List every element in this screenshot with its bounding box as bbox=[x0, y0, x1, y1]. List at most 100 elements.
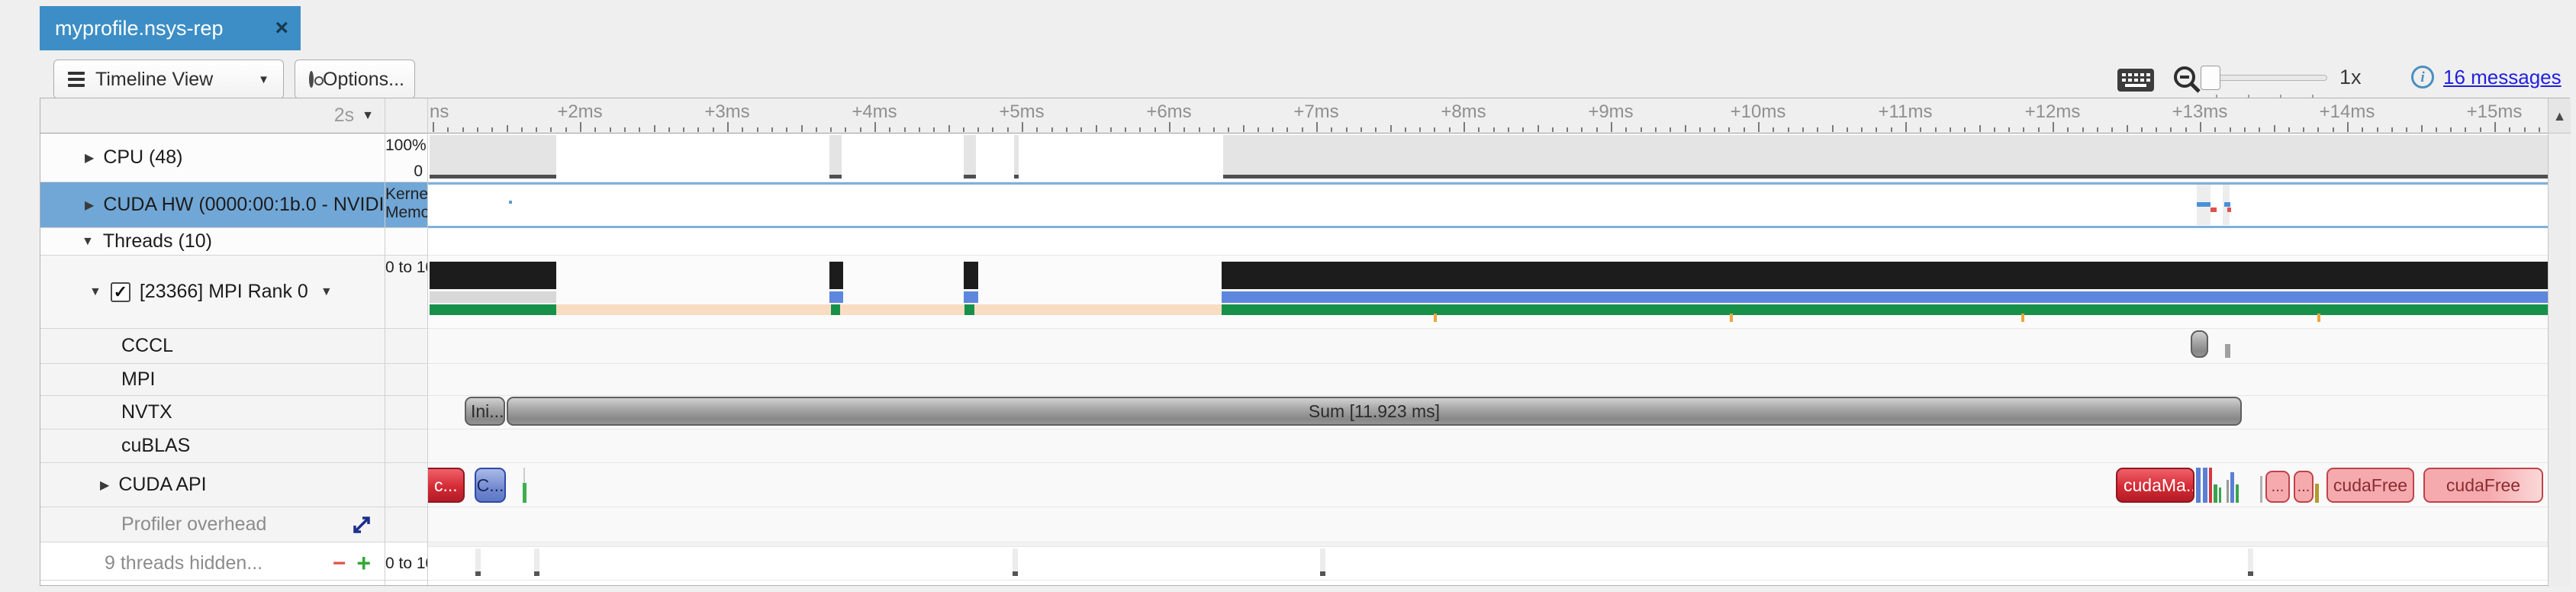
tab-close-icon[interactable]: × bbox=[275, 17, 288, 40]
ruler-tick bbox=[1728, 127, 1730, 132]
ruler-tick bbox=[2480, 127, 2481, 132]
cuda-api-tick-event[interactable] bbox=[2260, 476, 2262, 503]
hidden-threads-timeline-row[interactable] bbox=[428, 547, 2548, 581]
cuda-api-tick-event[interactable] bbox=[2203, 468, 2207, 503]
sidebar-row-mpi-rank-0[interactable]: ▼ ✓ [23366] MPI Rank 0 ▼ bbox=[40, 256, 385, 329]
thread-marker-orange[interactable] bbox=[1434, 314, 1437, 322]
sidebar-row-nvtx[interactable]: NVTX bbox=[40, 396, 385, 430]
ruler-tick bbox=[1419, 127, 1421, 132]
sidebar-row-cpu[interactable]: ▶ CPU (48) bbox=[40, 134, 385, 182]
ruler-tick bbox=[1316, 122, 1318, 132]
cuda-memory-event[interactable] bbox=[2227, 208, 2231, 212]
cuda-api-call[interactable]: c... bbox=[428, 468, 465, 503]
ruler-tick bbox=[1905, 122, 1907, 132]
chevron-down-icon[interactable]: ▼ bbox=[320, 285, 333, 299]
profiler-timeline-row[interactable] bbox=[428, 507, 2548, 542]
threads-timeline-row[interactable] bbox=[428, 228, 2548, 256]
sidebar-row-cuda-hw[interactable]: ▶ CUDA HW (0000:00:1b.0 - NVIDIA A bbox=[40, 182, 385, 228]
keyboard-shortcuts-icon[interactable] bbox=[2117, 67, 2155, 93]
ruler-tick bbox=[2274, 125, 2275, 132]
ruler-tick bbox=[1508, 127, 1509, 132]
cuda-api-tick-event[interactable] bbox=[2209, 468, 2212, 503]
hidden-thread-activity-band bbox=[1013, 549, 1018, 574]
ruler-tick bbox=[521, 127, 523, 132]
remove-thread-button[interactable]: − bbox=[333, 551, 346, 577]
mpi-timeline-row[interactable] bbox=[428, 364, 2548, 396]
cuda-api-tick-event[interactable] bbox=[2214, 484, 2217, 503]
ruler-tick bbox=[1655, 127, 1657, 132]
expand-right-icon[interactable]: ▶ bbox=[85, 150, 94, 166]
hamburger-icon bbox=[68, 69, 85, 90]
cuda-memory-event[interactable] bbox=[2211, 208, 2217, 212]
ruler-tick bbox=[1861, 127, 1863, 132]
thread-cpu-usage-block bbox=[964, 262, 978, 289]
thread-visibility-checkbox[interactable]: ✓ bbox=[111, 282, 130, 302]
cublas-timeline-row[interactable] bbox=[428, 430, 2548, 463]
ruler-tick bbox=[1625, 127, 1627, 132]
thread-marker-orange[interactable] bbox=[2317, 314, 2320, 322]
expand-right-icon[interactable]: ▶ bbox=[85, 198, 94, 213]
zoom-out-icon[interactable] bbox=[2172, 64, 2204, 96]
cuda-api-tick-event[interactable] bbox=[2227, 480, 2229, 503]
sidebar-row-mpi[interactable]: MPI bbox=[40, 364, 385, 396]
cuda-api-tick-event[interactable] bbox=[2230, 472, 2234, 503]
timeline-canvas[interactable]: ns+2ms+3ms+4ms+5ms+6ms+7ms+8ms+9ms+10ms+… bbox=[428, 98, 2548, 587]
scale-column: 100% 0 Kernel Memory 0 to 100% 0 to 100% bbox=[385, 98, 428, 587]
ruler-tick bbox=[1744, 127, 1745, 132]
thread-marker-orange[interactable] bbox=[2021, 314, 2024, 322]
cuda-kernel-event[interactable] bbox=[2197, 202, 2211, 207]
ruler-tick bbox=[1935, 127, 1937, 132]
add-thread-button[interactable]: + bbox=[356, 549, 371, 578]
cuda-api-tick-event[interactable] bbox=[2196, 468, 2201, 503]
nvtx-range-sum[interactable]: Sum [11.923 ms] bbox=[507, 397, 2242, 426]
row-label: CUDA API bbox=[118, 474, 206, 496]
collapse-down-icon[interactable]: ▼ bbox=[89, 285, 101, 299]
view-selector-dropdown[interactable]: Timeline View ▼ bbox=[53, 60, 284, 99]
nvtx-range-init[interactable]: Ini... bbox=[465, 397, 505, 426]
cuda-api-tick-event[interactable] bbox=[523, 483, 526, 503]
ruler-tick bbox=[1596, 127, 1598, 132]
messages-link[interactable]: 16 messages bbox=[2443, 66, 2562, 89]
ruler-range-header[interactable]: 2s ▼ bbox=[40, 98, 385, 134]
cuda-api-call[interactable]: ... bbox=[2294, 471, 2314, 503]
cuda-malloc-call[interactable]: cudaMa... bbox=[2116, 468, 2194, 503]
time-ruler[interactable]: ns+2ms+3ms+4ms+5ms+6ms+7ms+8ms+9ms+10ms+… bbox=[428, 98, 2548, 134]
ruler-tick bbox=[816, 127, 817, 132]
sidebar-row-cublas[interactable]: cuBLAS bbox=[40, 430, 385, 463]
sidebar-row-threads[interactable]: ▼ Threads (10) bbox=[40, 228, 385, 256]
ruler-tick bbox=[1405, 127, 1406, 132]
scroll-up-button[interactable]: ▲ bbox=[2549, 98, 2571, 134]
thread-marker-orange[interactable] bbox=[1730, 314, 1733, 322]
report-tab[interactable]: myprofile.nsys-rep × bbox=[40, 6, 301, 50]
ruler-tick bbox=[963, 127, 964, 132]
sidebar-row-cccl[interactable]: CCCL bbox=[40, 329, 385, 364]
expand-row-icon[interactable] bbox=[349, 513, 374, 537]
cuda-free-call[interactable]: cudaFree bbox=[2326, 468, 2414, 503]
zoom-slider-track[interactable] bbox=[2202, 75, 2327, 81]
cuda-api-tick-event[interactable] bbox=[2315, 484, 2319, 503]
cuda-api-tick-event[interactable] bbox=[2236, 484, 2239, 503]
vertical-scrollbar[interactable]: ▲ bbox=[2548, 98, 2571, 587]
cuda-kernel-event[interactable] bbox=[2224, 202, 2230, 207]
cuda-api-scale bbox=[385, 463, 427, 507]
zoom-slider-handle[interactable] bbox=[2201, 66, 2220, 90]
cccl-scale bbox=[385, 329, 427, 364]
cuda-api-tick-event[interactable] bbox=[2219, 487, 2221, 503]
cccl-event-small[interactable] bbox=[2225, 344, 2230, 358]
ruler-tick bbox=[860, 127, 861, 132]
collapse-down-icon[interactable]: ▼ bbox=[82, 235, 94, 249]
cuda-api-tick-event[interactable] bbox=[523, 468, 525, 483]
cuda-api-call[interactable]: C... bbox=[475, 468, 506, 503]
options-button[interactable]: Options... bbox=[295, 60, 415, 99]
ruler-tick bbox=[1360, 127, 1362, 132]
sidebar-row-profiler-overhead[interactable]: Profiler overhead bbox=[40, 507, 385, 542]
cuda-free-call[interactable]: cudaFree bbox=[2423, 468, 2543, 503]
ruler-tick bbox=[2053, 122, 2054, 132]
cccl-event[interactable] bbox=[2191, 330, 2208, 358]
cuda-api-call[interactable]: ... bbox=[2265, 471, 2290, 503]
ruler-tick bbox=[2436, 127, 2437, 132]
expand-right-icon[interactable]: ▶ bbox=[100, 478, 109, 493]
ruler-tick bbox=[2494, 122, 2496, 132]
sidebar-row-hidden-threads[interactable]: 9 threads hidden... − + bbox=[40, 547, 385, 581]
sidebar-row-cuda-api[interactable]: ▶ CUDA API bbox=[40, 463, 385, 507]
